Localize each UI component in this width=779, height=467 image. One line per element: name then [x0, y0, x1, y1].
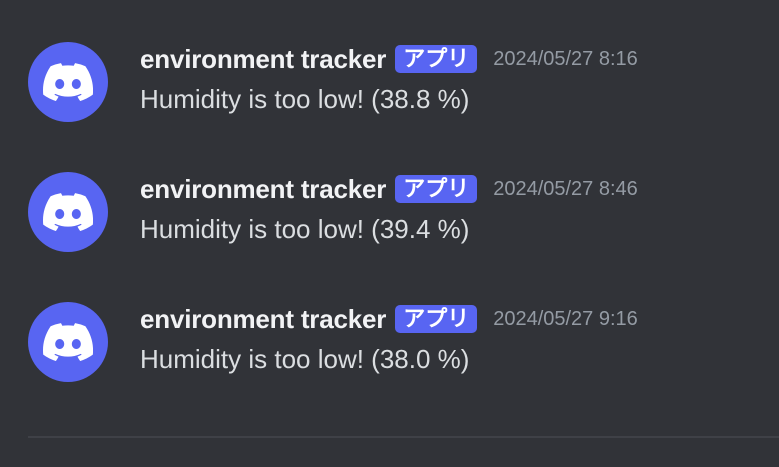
username[interactable]: environment tracker — [140, 174, 386, 205]
username[interactable]: environment tracker — [140, 304, 386, 335]
timestamp: 2024/05/27 9:16 — [493, 307, 638, 330]
discord-logo-icon — [43, 193, 93, 231]
avatar[interactable] — [28, 42, 108, 122]
discord-logo-icon — [43, 323, 93, 361]
message-header: environment tracker アプリ 2024/05/27 8:46 — [140, 172, 638, 206]
message-content: Humidity is too low! (38.8 %) — [140, 84, 470, 114]
username[interactable]: environment tracker — [140, 44, 386, 75]
divider — [28, 436, 779, 438]
discord-logo-icon — [43, 63, 93, 101]
chat-message: environment tracker アプリ 2024/05/27 9:16 … — [0, 302, 779, 398]
avatar[interactable] — [28, 302, 108, 382]
chat-message-list: environment tracker アプリ 2024/05/27 8:16 … — [0, 0, 779, 467]
timestamp: 2024/05/27 8:16 — [493, 47, 638, 70]
chat-message: environment tracker アプリ 2024/05/27 8:16 … — [0, 42, 779, 138]
chat-message: environment tracker アプリ 2024/05/27 8:46 … — [0, 172, 779, 268]
message-content: Humidity is too low! (39.4 %) — [140, 214, 470, 244]
message-header: environment tracker アプリ 2024/05/27 8:16 — [140, 42, 638, 76]
message-header: environment tracker アプリ 2024/05/27 9:16 — [140, 302, 638, 336]
timestamp: 2024/05/27 8:46 — [493, 177, 638, 200]
avatar[interactable] — [28, 172, 108, 252]
message-content: Humidity is too low! (38.0 %) — [140, 344, 470, 374]
app-badge: アプリ — [395, 175, 478, 203]
app-badge: アプリ — [395, 45, 478, 73]
app-badge: アプリ — [395, 305, 478, 333]
